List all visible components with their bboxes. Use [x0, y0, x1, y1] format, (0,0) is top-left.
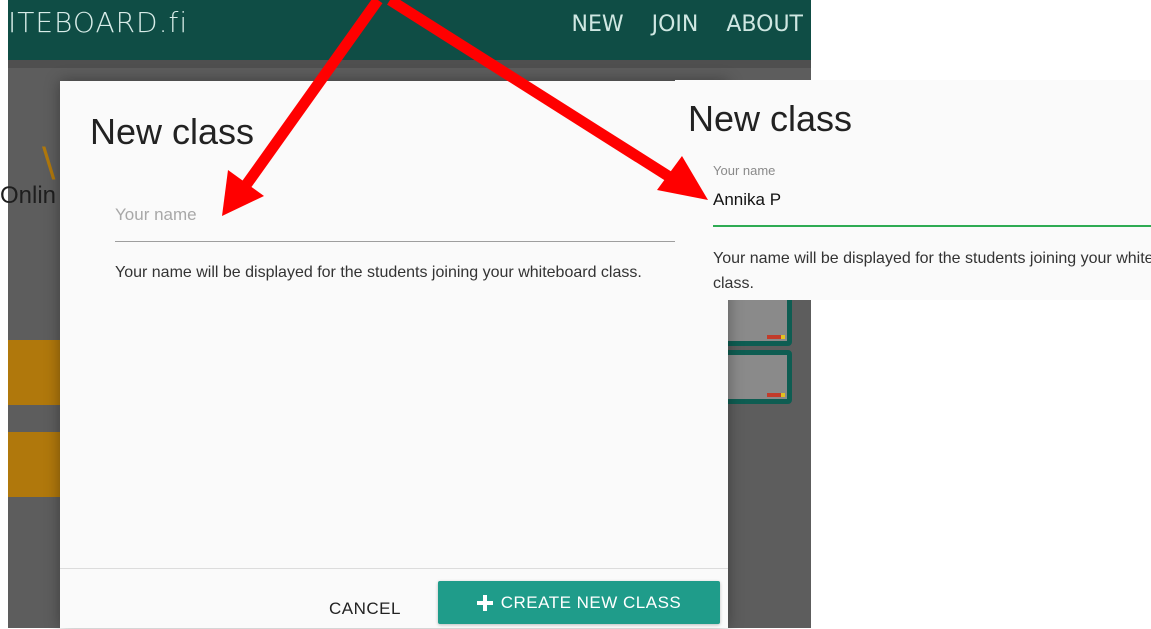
whiteboard-icon	[722, 350, 792, 404]
app-logo[interactable]: ITEBOARD.fi	[8, 6, 188, 39]
app-header: ITEBOARD.fi NEW JOIN ABOUT	[8, 0, 811, 60]
header-shadow	[8, 60, 811, 68]
new-class-dialog: New class Your name will be displayed fo…	[60, 81, 728, 628]
app-decoration: \	[42, 140, 56, 186]
create-button-label: CREATE NEW CLASS	[500, 592, 682, 612]
nav-join[interactable]: JOIN	[652, 12, 699, 37]
inset-help-text: Your name will be displayed for the stud…	[713, 250, 1151, 292]
create-new-class-button[interactable]: CREATE NEW CLASS	[438, 581, 720, 624]
dialog-title: New class	[90, 111, 255, 152]
app-orange-button	[8, 340, 60, 405]
dialog-footer-divider	[60, 568, 728, 569]
nav-new[interactable]: NEW	[572, 12, 624, 37]
cancel-button[interactable]: CANCEL	[310, 589, 420, 629]
inset-field-label: Your name	[713, 163, 776, 178]
inset-name-field[interactable]: Annika P	[713, 190, 781, 210]
your-name-input[interactable]	[115, 193, 675, 242]
nav-about[interactable]: ABOUT	[726, 12, 803, 37]
plus-icon	[476, 594, 493, 611]
inset-field-underline	[713, 225, 1151, 227]
app-body-text: Onlin	[0, 182, 57, 209]
zoomed-inset: New class Your name Annika P Your name w…	[675, 80, 1151, 300]
dialog-help-text: Your name will be displayed for the stud…	[115, 264, 642, 281]
app-nav: NEW JOIN ABOUT	[572, 12, 804, 37]
inset-title: New class	[688, 98, 853, 139]
app-orange-button	[8, 432, 60, 497]
whiteboard-icon	[722, 292, 792, 346]
